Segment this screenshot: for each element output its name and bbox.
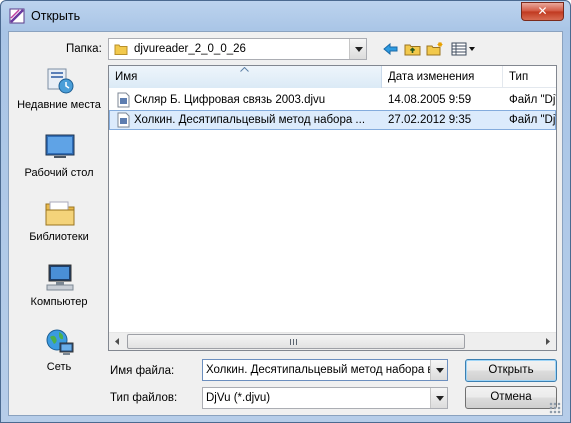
folder-label: Папка: xyxy=(66,43,102,55)
sidebar-label: Недавние места xyxy=(17,99,101,111)
sidebar-item-recent-places[interactable]: Недавние места xyxy=(11,66,107,128)
file-row[interactable]: Скляр Б. Цифровая связь 2003.djvu 14.08.… xyxy=(109,90,556,110)
filename-value: Холкин. Десятипальцевый метод набора всл… xyxy=(206,364,447,376)
djvu-file-icon xyxy=(117,92,130,108)
column-header-label: Имя xyxy=(115,71,138,83)
resize-grip[interactable] xyxy=(549,402,561,414)
scroll-right-icon[interactable] xyxy=(539,333,556,350)
view-menu-icon[interactable] xyxy=(451,41,477,57)
file-type: Файл "DjVu" xyxy=(509,114,556,126)
filename-label: Имя файла: xyxy=(110,365,175,377)
places-sidebar: Недавние места Рабочий стол Библиотеки К… xyxy=(11,66,107,386)
scrollbar-thumb[interactable] xyxy=(127,334,465,349)
scroll-left-icon[interactable] xyxy=(109,333,126,350)
close-button[interactable]: ✕ xyxy=(521,2,564,21)
file-date: 27.02.2012 9:35 xyxy=(388,114,472,126)
filetype-value: DjVu (*.djvu) xyxy=(206,392,271,404)
file-type: Файл "DjVu" xyxy=(509,94,556,106)
computer-icon xyxy=(46,264,74,291)
column-header-label: Тип xyxy=(509,71,529,83)
network-icon xyxy=(46,329,74,355)
new-folder-icon[interactable] xyxy=(426,41,444,57)
filetype-dropdown[interactable]: DjVu (*.djvu) xyxy=(202,387,448,409)
column-header-type[interactable]: Тип xyxy=(503,66,556,88)
column-header-date[interactable]: Дата изменения xyxy=(382,66,503,88)
desktop-icon xyxy=(45,134,75,158)
djvu-file-icon xyxy=(117,112,130,128)
folder-icon xyxy=(114,44,128,55)
chevron-down-icon[interactable] xyxy=(430,360,447,380)
window-title: Открыть xyxy=(31,9,81,23)
open-button[interactable]: Открыть xyxy=(465,359,557,382)
file-name: Холкин. Десятипальцевый метод набора ... xyxy=(134,114,366,126)
cancel-button[interactable]: Отмена xyxy=(465,386,557,409)
sort-ascending-icon xyxy=(240,67,249,72)
recent-places-icon xyxy=(47,68,74,94)
sidebar-label: Сеть xyxy=(46,361,72,373)
file-list[interactable]: Имя Дата изменения Тип Скляр Б. Цифровая… xyxy=(108,65,557,351)
file-date: 14.08.2005 9:59 xyxy=(388,94,472,106)
title-bar[interactable]: Открыть ✕ xyxy=(1,1,570,31)
column-header-name[interactable]: Имя xyxy=(109,66,382,88)
app-icon xyxy=(9,8,25,24)
folder-name: djvureader_2_0_0_26 xyxy=(134,43,246,55)
sidebar-label: Рабочий стол xyxy=(24,167,94,179)
chevron-down-icon[interactable] xyxy=(430,388,447,408)
back-arrow-icon[interactable] xyxy=(382,41,400,57)
sidebar-item-libraries[interactable]: Библиотеки xyxy=(11,198,107,260)
grip-icon xyxy=(290,339,298,345)
folder-dropdown[interactable]: djvureader_2_0_0_26 xyxy=(108,38,367,60)
sidebar-label: Компьютер xyxy=(30,296,88,308)
chevron-down-icon[interactable] xyxy=(349,39,366,59)
file-name: Скляр Б. Цифровая связь 2003.djvu xyxy=(134,94,326,106)
up-folder-icon[interactable] xyxy=(404,41,422,57)
filetype-label: Тип файлов: xyxy=(110,392,178,404)
sidebar-label: Библиотеки xyxy=(29,231,89,243)
open-file-dialog: Открыть ✕ Папка: djvureader_2_0_0_26 Нед… xyxy=(0,0,571,423)
filename-field[interactable]: Холкин. Десятипальцевый метод набора всл… xyxy=(202,359,448,381)
sidebar-item-network[interactable]: Сеть xyxy=(11,328,107,390)
sidebar-item-desktop[interactable]: Рабочий стол xyxy=(11,132,107,194)
dialog-body: Папка: djvureader_2_0_0_26 Недавние мест… xyxy=(8,31,563,416)
sidebar-item-computer[interactable]: Компьютер xyxy=(11,263,107,325)
horizontal-scrollbar[interactable] xyxy=(109,332,556,350)
column-header-label: Дата изменения xyxy=(388,71,475,83)
file-row-selected[interactable]: Холкин. Десятипальцевый метод набора ...… xyxy=(109,110,556,130)
column-header-row: Имя Дата изменения Тип xyxy=(109,66,556,88)
libraries-icon xyxy=(45,201,75,226)
